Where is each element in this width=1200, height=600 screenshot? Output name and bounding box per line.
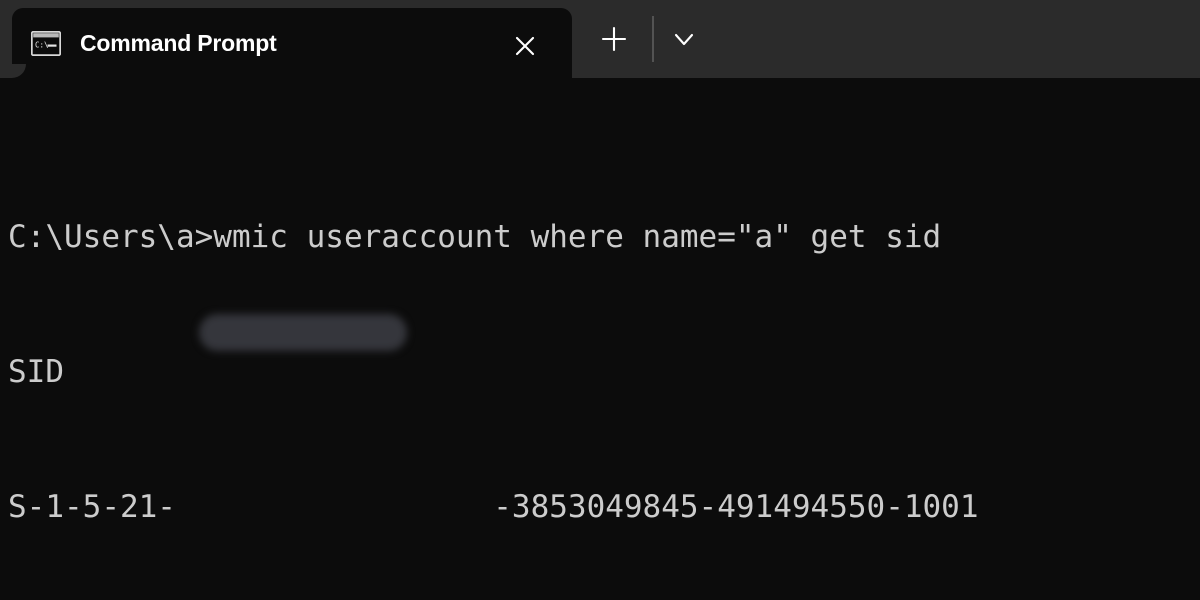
title-bar: C:\ Command Prompt	[0, 0, 1200, 78]
terminal-line-command: C:\Users\a>wmic useraccount where name="…	[8, 219, 942, 255]
close-tab-icon[interactable]	[507, 28, 543, 64]
tab-title: Command Prompt	[80, 29, 277, 56]
terminal-line-output-header: SID	[8, 354, 64, 390]
chevron-down-icon[interactable]	[664, 19, 704, 59]
new-tab-button[interactable]	[594, 19, 634, 59]
redaction-overlay	[199, 314, 407, 351]
terminal-output-area[interactable]: C:\Users\a>wmic useraccount where name="…	[0, 78, 1200, 600]
tab-left-curve	[12, 64, 26, 78]
toolbar-divider	[652, 16, 654, 62]
terminal-line-sid: S-1-5-21- -3853049845-491494550-1001	[8, 489, 979, 525]
tab-command-prompt[interactable]: C:\ Command Prompt	[12, 8, 572, 78]
command-prompt-icon: C:\	[30, 30, 62, 56]
terminal-text: C:\Users\a>wmic useraccount where name="…	[8, 125, 979, 600]
svg-text:C:\: C:\	[35, 40, 49, 49]
terminal-window: C:\ Command Prompt C:\Users\a>wmic usera…	[0, 0, 1200, 600]
